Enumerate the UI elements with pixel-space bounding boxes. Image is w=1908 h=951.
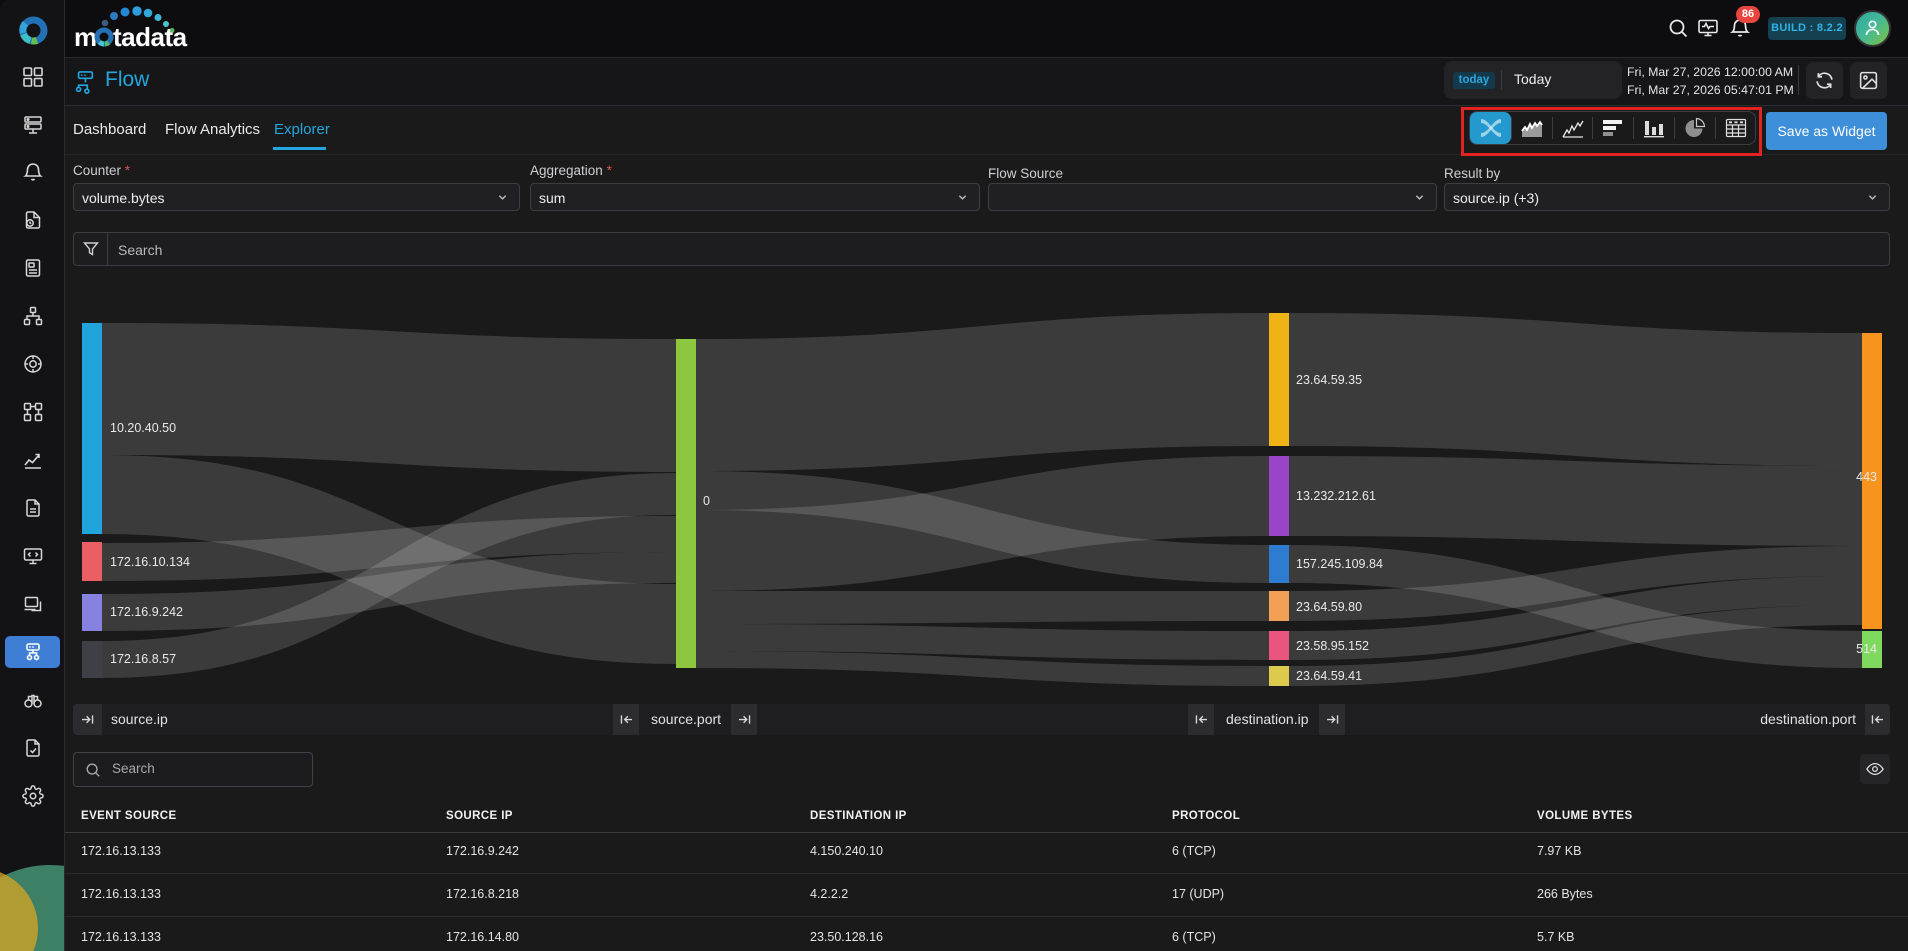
svg-text:157.245.109.84: 157.245.109.84 xyxy=(1296,557,1383,571)
svg-text:10.20.40.50: 10.20.40.50 xyxy=(110,421,176,435)
svg-text:443: 443 xyxy=(1856,470,1877,484)
svg-text:172.16.10.134: 172.16.10.134 xyxy=(110,555,190,569)
svg-text:0: 0 xyxy=(703,494,710,508)
svg-text:m: m xyxy=(74,22,97,52)
svg-text:23.64.59.41: 23.64.59.41 xyxy=(1296,669,1362,683)
svg-text:23.64.59.80: 23.64.59.80 xyxy=(1296,600,1362,614)
svg-text:172.16.8.57: 172.16.8.57 xyxy=(110,652,176,666)
svg-text:tadata: tadata xyxy=(113,22,188,52)
svg-text:514: 514 xyxy=(1856,642,1877,656)
svg-text:13.232.212.61: 13.232.212.61 xyxy=(1296,489,1376,503)
svg-text:172.16.9.242: 172.16.9.242 xyxy=(110,605,183,619)
svg-text:23.64.59.35: 23.64.59.35 xyxy=(1296,373,1362,387)
svg-text:23.58.95.152: 23.58.95.152 xyxy=(1296,639,1369,653)
